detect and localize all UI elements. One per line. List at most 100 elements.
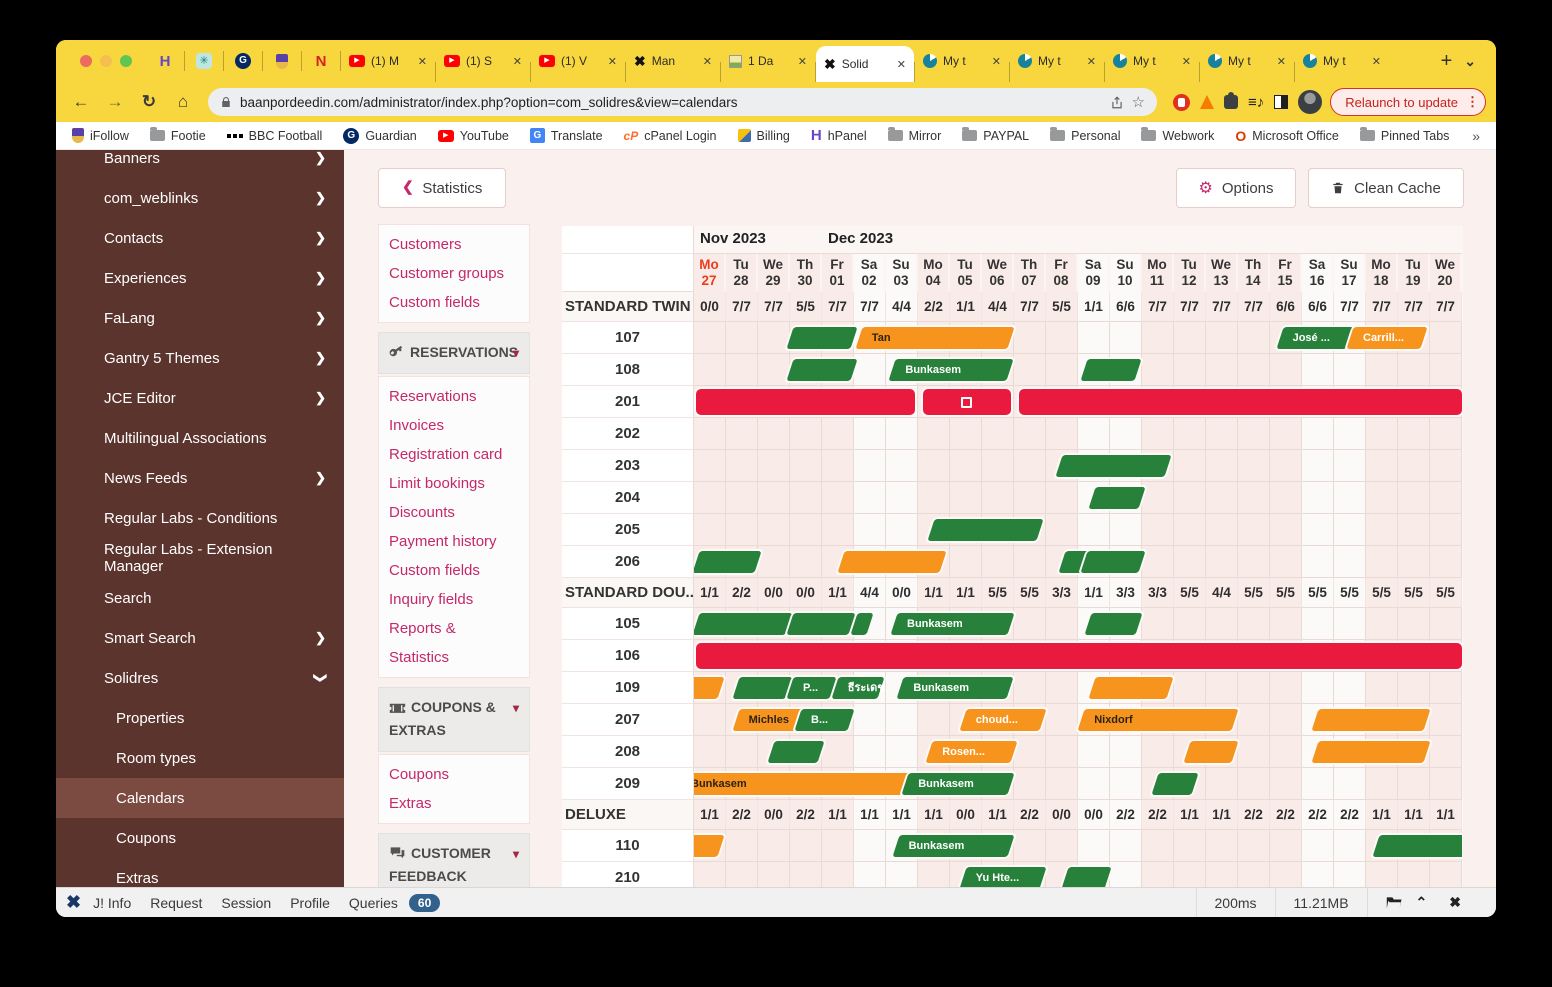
calendar-cell[interactable] (1046, 608, 1078, 640)
debug-item-j-info[interactable]: J! Info (93, 895, 131, 911)
calendar-cell[interactable] (1014, 736, 1046, 768)
calendar-cell[interactable] (790, 482, 822, 514)
calendar-cell[interactable] (1174, 322, 1206, 354)
calendar-cell[interactable] (1398, 768, 1430, 800)
calendar-cell[interactable] (1302, 830, 1334, 862)
calendar-cell[interactable] (1046, 322, 1078, 354)
debug-item-queries[interactable]: Queries (349, 895, 398, 911)
bookmark-translate[interactable]: GTranslate (530, 128, 603, 143)
calendar-cell[interactable] (1078, 830, 1110, 862)
bookmark-hpanel[interactable]: HhPanel (811, 127, 867, 144)
calendar-cell[interactable] (854, 418, 886, 450)
browser-tab[interactable]: My t✕ (915, 40, 1009, 82)
calendar-cell[interactable] (694, 354, 726, 386)
calendar-cell[interactable] (918, 418, 950, 450)
calendar-cell[interactable] (1398, 482, 1430, 514)
calendar-cell[interactable] (694, 862, 726, 887)
calendar-cell[interactable] (1238, 736, 1270, 768)
calendar-cell[interactable] (1398, 514, 1430, 546)
bookmark-guardian[interactable]: GGuardian (343, 128, 416, 144)
booking-bar[interactable] (854, 613, 870, 635)
calendar-cell[interactable] (1206, 482, 1238, 514)
calendar-cell[interactable] (1270, 450, 1302, 482)
booking-bar[interactable] (736, 677, 789, 699)
sidebar-item-falang[interactable]: FaLang❯ (56, 298, 344, 338)
playlist-extension-icon[interactable]: ≡♪ (1248, 94, 1264, 111)
calendar-cell[interactable] (1430, 736, 1462, 768)
sidebar-item-search[interactable]: Search (56, 578, 344, 618)
calendar-cell[interactable] (950, 546, 982, 578)
calendar-cell[interactable] (1334, 768, 1366, 800)
close-debug-icon[interactable]: ✖ (1440, 894, 1470, 911)
options-button[interactable]: ⚙ Options (1176, 168, 1296, 208)
submenu-link-payment-history[interactable]: Payment history (379, 527, 529, 556)
calendar-cell[interactable] (1430, 862, 1462, 887)
calendar-cell[interactable] (726, 862, 758, 887)
browser-tab[interactable]: My t✕ (1010, 40, 1104, 82)
reload-icon[interactable]: ↻ (134, 92, 164, 112)
sidebar-item-banners[interactable]: Banners❯ (56, 150, 344, 178)
minimize-window-button[interactable] (100, 55, 112, 67)
bookmark-ifollow[interactable]: iFollow (72, 128, 129, 143)
calendar-cell[interactable] (1430, 608, 1462, 640)
calendar-cell[interactable] (790, 514, 822, 546)
submenu-link-limit-bookings[interactable]: Limit bookings (379, 469, 529, 498)
calendar-cell[interactable] (1206, 514, 1238, 546)
bookmark-microsoft-office[interactable]: OMicrosoft Office (1235, 128, 1339, 144)
calendar-cell[interactable] (726, 418, 758, 450)
calendar-cell[interactable] (758, 322, 790, 354)
submenu-section-customer-feedback[interactable]: CUSTOMER FEEDBACK▾ (378, 833, 530, 887)
booking-bar[interactable] (790, 359, 854, 381)
calendar-cell[interactable] (1398, 418, 1430, 450)
booking-bar[interactable] (1315, 741, 1427, 763)
sidebar-item-smart-search[interactable]: Smart Search❯ (56, 618, 344, 658)
calendar-cell[interactable] (1238, 830, 1270, 862)
calendar-cell[interactable] (1142, 322, 1174, 354)
tab-close-icon[interactable]: ✕ (1087, 55, 1096, 68)
calendar-cell[interactable] (822, 736, 854, 768)
calendar-cell[interactable] (1270, 354, 1302, 386)
blocked-bar[interactable] (1019, 389, 1462, 415)
calendar-cell[interactable] (726, 450, 758, 482)
calendar-cell[interactable] (694, 450, 726, 482)
calendar-cell[interactable] (1270, 418, 1302, 450)
bookmark-pinned-tabs[interactable]: Pinned Tabs (1360, 129, 1450, 143)
calendar-cell[interactable] (1110, 862, 1142, 887)
calendar-cell[interactable] (694, 514, 726, 546)
booking-bar[interactable]: choud... (963, 709, 1043, 731)
browser-tab[interactable]: ✖Man✕ (626, 40, 720, 82)
submenu-link-inquiry-fields[interactable]: Inquiry fields (379, 585, 529, 614)
booking-bar[interactable] (1376, 835, 1462, 857)
calendar-cell[interactable] (1014, 482, 1046, 514)
calendar-cell[interactable] (1078, 736, 1110, 768)
bookmark-paypal[interactable]: PAYPAL (962, 129, 1029, 143)
tab-close-icon[interactable]: ✕ (798, 55, 807, 68)
booking-bar[interactable]: Bunkasem (905, 773, 1011, 795)
booking-bar[interactable] (841, 551, 943, 573)
sidebar-item-jce-editor[interactable]: JCE Editor❯ (56, 378, 344, 418)
calendar-cell[interactable] (822, 862, 854, 887)
close-window-button[interactable] (80, 55, 92, 67)
pinned-tab[interactable]: H (146, 53, 184, 70)
calendar-cell[interactable] (1334, 608, 1366, 640)
calendar-cell[interactable] (854, 482, 886, 514)
calendar-cell[interactable] (1270, 546, 1302, 578)
calendar-cell[interactable] (1142, 546, 1174, 578)
calendar-cell[interactable] (1206, 450, 1238, 482)
bookmark-youtube[interactable]: ▶YouTube (438, 129, 509, 143)
forward-icon[interactable]: → (100, 92, 130, 112)
booking-bar[interactable] (1088, 613, 1139, 635)
calendar-cell[interactable] (1014, 830, 1046, 862)
calendar-cell[interactable] (1270, 768, 1302, 800)
calendar-cell[interactable] (1014, 354, 1046, 386)
calendar-cell[interactable] (982, 418, 1014, 450)
calendar-cell[interactable] (1334, 672, 1366, 704)
calendar-cell[interactable] (886, 514, 918, 546)
sidebar-item-com-weblinks[interactable]: com_weblinks❯ (56, 178, 344, 218)
submenu-link-customers[interactable]: Customers (379, 230, 529, 259)
calendar-cell[interactable] (1366, 608, 1398, 640)
calendar-cell[interactable] (726, 322, 758, 354)
calendar-cell[interactable] (1430, 672, 1462, 704)
calendar-cell[interactable] (854, 736, 886, 768)
calendar-cell[interactable] (1366, 418, 1398, 450)
